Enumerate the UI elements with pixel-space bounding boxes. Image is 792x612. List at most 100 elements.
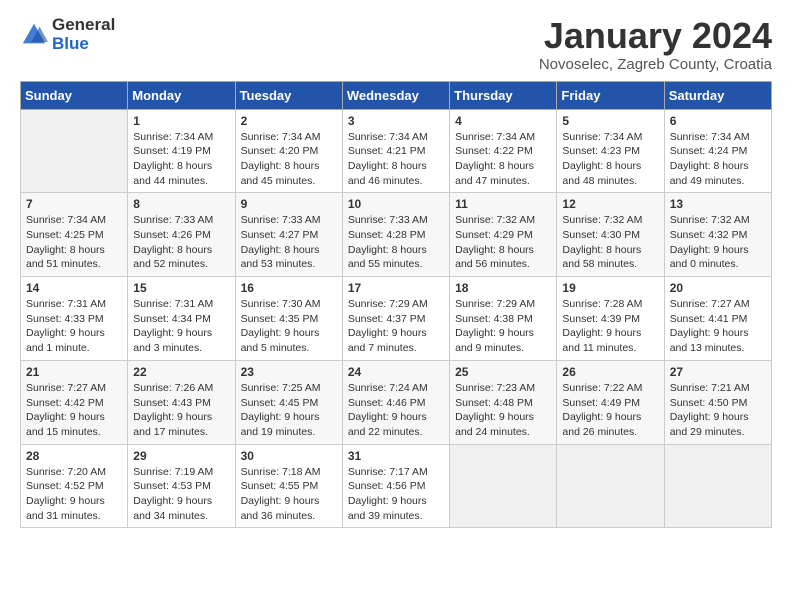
- day-number: 25: [455, 365, 551, 379]
- day-number: 20: [670, 281, 766, 295]
- logo-icon: [20, 21, 48, 49]
- cell-info: Sunrise: 7:29 AMSunset: 4:38 PMDaylight:…: [455, 297, 551, 356]
- calendar-cell: 27Sunrise: 7:21 AMSunset: 4:50 PMDayligh…: [664, 360, 771, 444]
- day-number: 22: [133, 365, 229, 379]
- cell-info: Sunrise: 7:34 AMSunset: 4:22 PMDaylight:…: [455, 130, 551, 189]
- calendar-cell: 31 Sunrise: 7:17 AMSunset: 4:56 PMDayligh…: [342, 444, 449, 528]
- calendar-cell: [21, 109, 128, 193]
- cell-info: Sunrise: 7:31 AMSunset: 4:34 PMDaylight:…: [133, 297, 229, 356]
- day-number: 15: [133, 281, 229, 295]
- calendar-cell: [664, 444, 771, 528]
- calendar-cell: 21 Sunrise: 7:27 AMSunset: 4:42 PMDayligh…: [21, 360, 128, 444]
- calendar-cell: 19 Sunrise: 7:28 AMSunset: 4:39 PMDayligh…: [557, 277, 664, 361]
- cell-info: Sunrise: 7:34 AMSunset: 4:21 PMDaylight:…: [348, 130, 444, 189]
- cell-info: Sunrise: 7:34 AMSunset: 4:25 PMDaylight:…: [26, 213, 122, 272]
- cell-info: Sunrise: 7:34 AMSunset: 4:23 PMDaylight:…: [562, 130, 658, 189]
- day-number: 7: [26, 197, 122, 211]
- day-number: 4: [455, 114, 551, 128]
- calendar-cell: 5 Sunrise: 7:34 AMSunset: 4:23 PMDaylight…: [557, 109, 664, 193]
- day-number: 2: [241, 114, 337, 128]
- week-row-1: 1 Sunrise: 7:34 AMSunset: 4:19 PMDaylight…: [21, 109, 772, 193]
- calendar-cell: 25 Sunrise: 7:23 AMSunset: 4:48 PMDayligh…: [450, 360, 557, 444]
- cell-info: Sunrise: 7:27 AMSunset: 4:41 PMDaylight:…: [670, 297, 766, 356]
- cell-info: Sunrise: 7:19 AMSunset: 4:53 PMDaylight:…: [133, 465, 229, 524]
- cell-info: Sunrise: 7:31 AMSunset: 4:33 PMDaylight:…: [26, 297, 122, 356]
- week-row-2: 7 Sunrise: 7:34 AMSunset: 4:25 PMDaylight…: [21, 193, 772, 277]
- location-subtitle: Novoselec, Zagreb County, Croatia: [539, 56, 772, 73]
- calendar-cell: 28 Sunrise: 7:20 AMSunset: 4:52 PMDayligh…: [21, 444, 128, 528]
- week-row-4: 21 Sunrise: 7:27 AMSunset: 4:42 PMDayligh…: [21, 360, 772, 444]
- day-number: 29: [133, 449, 229, 463]
- weekday-header-sunday: Sunday: [21, 81, 128, 109]
- weekday-header-row: SundayMondayTuesdayWednesdayThursdayFrid…: [21, 81, 772, 109]
- calendar-cell: 14 Sunrise: 7:31 AMSunset: 4:33 PMDayligh…: [21, 277, 128, 361]
- day-number: 6: [670, 114, 766, 128]
- day-number: 8: [133, 197, 229, 211]
- cell-info: Sunrise: 7:33 AMSunset: 4:28 PMDaylight:…: [348, 213, 444, 272]
- calendar-cell: 1 Sunrise: 7:34 AMSunset: 4:19 PMDaylight…: [128, 109, 235, 193]
- day-number: 3: [348, 114, 444, 128]
- day-number: 27: [670, 365, 766, 379]
- cell-info: Sunrise: 7:33 AMSunset: 4:26 PMDaylight:…: [133, 213, 229, 272]
- cell-info: Sunrise: 7:25 AMSunset: 4:45 PMDaylight:…: [241, 381, 337, 440]
- day-number: 10: [348, 197, 444, 211]
- calendar-table: SundayMondayTuesdayWednesdayThursdayFrid…: [20, 81, 772, 529]
- calendar-cell: 6Sunrise: 7:34 AMSunset: 4:24 PMDaylight…: [664, 109, 771, 193]
- cell-info: Sunrise: 7:17 AMSunset: 4:56 PMDaylight:…: [348, 465, 444, 524]
- calendar-cell: 18Sunrise: 7:29 AMSunset: 4:38 PMDayligh…: [450, 277, 557, 361]
- calendar-cell: 15 Sunrise: 7:31 AMSunset: 4:34 PMDayligh…: [128, 277, 235, 361]
- weekday-header-saturday: Saturday: [664, 81, 771, 109]
- week-row-3: 14 Sunrise: 7:31 AMSunset: 4:33 PMDayligh…: [21, 277, 772, 361]
- cell-info: Sunrise: 7:22 AMSunset: 4:49 PMDaylight:…: [562, 381, 658, 440]
- day-number: 1: [133, 114, 229, 128]
- calendar-cell: 22Sunrise: 7:26 AMSunset: 4:43 PMDayligh…: [128, 360, 235, 444]
- calendar-cell: [557, 444, 664, 528]
- day-number: 17: [348, 281, 444, 295]
- cell-info: Sunrise: 7:32 AMSunset: 4:30 PMDaylight:…: [562, 213, 658, 272]
- day-number: 14: [26, 281, 122, 295]
- calendar-cell: 11Sunrise: 7:32 AMSunset: 4:29 PMDayligh…: [450, 193, 557, 277]
- cell-info: Sunrise: 7:20 AMSunset: 4:52 PMDaylight:…: [26, 465, 122, 524]
- day-number: 12: [562, 197, 658, 211]
- calendar-cell: 10 Sunrise: 7:33 AMSunset: 4:28 PMDayligh…: [342, 193, 449, 277]
- calendar-cell: 8 Sunrise: 7:33 AMSunset: 4:26 PMDaylight…: [128, 193, 235, 277]
- cell-info: Sunrise: 7:27 AMSunset: 4:42 PMDaylight:…: [26, 381, 122, 440]
- cell-info: Sunrise: 7:34 AMSunset: 4:20 PMDaylight:…: [241, 130, 337, 189]
- cell-info: Sunrise: 7:33 AMSunset: 4:27 PMDaylight:…: [241, 213, 337, 272]
- calendar-cell: 4 Sunrise: 7:34 AMSunset: 4:22 PMDaylight…: [450, 109, 557, 193]
- day-number: 21: [26, 365, 122, 379]
- calendar-cell: 20 Sunrise: 7:27 AMSunset: 4:41 PMDayligh…: [664, 277, 771, 361]
- cell-info: Sunrise: 7:24 AMSunset: 4:46 PMDaylight:…: [348, 381, 444, 440]
- calendar-cell: 23Sunrise: 7:25 AMSunset: 4:45 PMDayligh…: [235, 360, 342, 444]
- day-number: 5: [562, 114, 658, 128]
- day-number: 16: [241, 281, 337, 295]
- calendar-cell: 12 Sunrise: 7:32 AMSunset: 4:30 PMDayligh…: [557, 193, 664, 277]
- calendar-cell: 16 Sunrise: 7:30 AMSunset: 4:35 PMDayligh…: [235, 277, 342, 361]
- calendar-cell: 30Sunrise: 7:18 AMSunset: 4:55 PMDayligh…: [235, 444, 342, 528]
- logo: General Blue: [20, 16, 115, 53]
- cell-info: Sunrise: 7:32 AMSunset: 4:32 PMDaylight:…: [670, 213, 766, 272]
- header: General Blue January 2024 Novoselec, Zag…: [20, 16, 772, 73]
- day-number: 28: [26, 449, 122, 463]
- cell-info: Sunrise: 7:30 AMSunset: 4:35 PMDaylight:…: [241, 297, 337, 356]
- calendar-cell: 17 Sunrise: 7:29 AMSunset: 4:37 PMDayligh…: [342, 277, 449, 361]
- weekday-header-wednesday: Wednesday: [342, 81, 449, 109]
- weekday-header-monday: Monday: [128, 81, 235, 109]
- cell-info: Sunrise: 7:28 AMSunset: 4:39 PMDaylight:…: [562, 297, 658, 356]
- title-area: January 2024 Novoselec, Zagreb County, C…: [539, 16, 772, 73]
- cell-info: Sunrise: 7:29 AMSunset: 4:37 PMDaylight:…: [348, 297, 444, 356]
- calendar-cell: 29 Sunrise: 7:19 AMSunset: 4:53 PMDayligh…: [128, 444, 235, 528]
- weekday-header-tuesday: Tuesday: [235, 81, 342, 109]
- day-number: 13: [670, 197, 766, 211]
- cell-info: Sunrise: 7:34 AMSunset: 4:19 PMDaylight:…: [133, 130, 229, 189]
- day-number: 19: [562, 281, 658, 295]
- cell-info: Sunrise: 7:23 AMSunset: 4:48 PMDaylight:…: [455, 381, 551, 440]
- weekday-header-thursday: Thursday: [450, 81, 557, 109]
- calendar-cell: 3 Sunrise: 7:34 AMSunset: 4:21 PMDaylight…: [342, 109, 449, 193]
- calendar-cell: 2 Sunrise: 7:34 AMSunset: 4:20 PMDaylight…: [235, 109, 342, 193]
- logo-general: General: [52, 15, 115, 34]
- logo-text: General Blue: [52, 16, 115, 53]
- week-row-5: 28 Sunrise: 7:20 AMSunset: 4:52 PMDayligh…: [21, 444, 772, 528]
- cell-info: Sunrise: 7:18 AMSunset: 4:55 PMDaylight:…: [241, 465, 337, 524]
- day-number: 31: [348, 449, 444, 463]
